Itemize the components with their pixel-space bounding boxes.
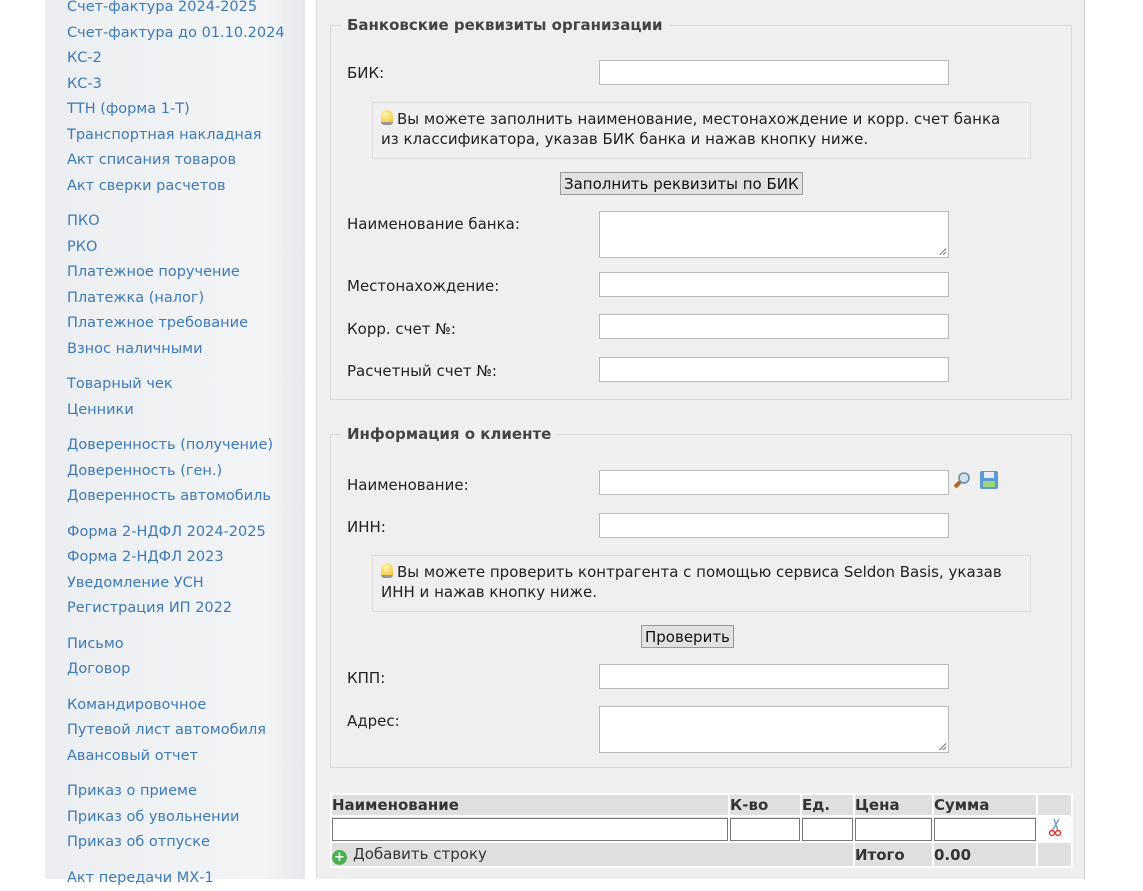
- item-name-input[interactable]: [332, 818, 728, 841]
- save-icon[interactable]: [979, 470, 999, 490]
- plus-circle-icon: +: [332, 850, 347, 865]
- address-label: Адрес:: [347, 712, 400, 730]
- col-price: Цена: [855, 795, 932, 815]
- bik-hint: Вы можете заполнить наименование, местон…: [372, 102, 1031, 159]
- table-footer: + Добавить строку Итого 0.00: [332, 843, 1071, 866]
- sidebar-link[interactable]: Письмо: [67, 632, 285, 658]
- sidebar-link[interactable]: Платежное требование: [67, 311, 285, 337]
- sidebar-link[interactable]: РКО: [67, 235, 285, 261]
- client-legend: Информация о клиенте: [341, 425, 557, 443]
- sidebar-link[interactable]: Приказ об отпуске: [67, 830, 285, 856]
- bank-name-label: Наименование банка:: [347, 215, 520, 233]
- main-content: Банковские реквизиты организации БИК: Вы…: [316, 0, 1085, 879]
- sidebar-link[interactable]: Доверенность (ген.): [67, 459, 285, 485]
- sidebar-link[interactable]: Товарный чек: [67, 372, 285, 398]
- sidebar-link[interactable]: Командировочное: [67, 693, 285, 719]
- table-header: Наименование К-во Ед. Цена Сумма: [332, 795, 1071, 815]
- col-sum: Сумма: [934, 795, 1036, 815]
- table-row: [332, 817, 1071, 841]
- lightbulb-icon: [381, 110, 393, 125]
- sidebar-link[interactable]: Авансовый отчет: [67, 744, 285, 770]
- add-row-button[interactable]: + Добавить строку: [332, 843, 853, 866]
- search-icon[interactable]: [953, 471, 971, 489]
- sidebar-link[interactable]: Форма 2-НДФЛ 2023: [67, 545, 285, 571]
- sidebar-link[interactable]: Договор: [67, 657, 285, 683]
- sidebar-link[interactable]: ПКО: [67, 209, 285, 235]
- col-name: Наименование: [332, 795, 728, 815]
- sidebar-link[interactable]: Акт сверки расчетов: [67, 174, 285, 200]
- address-textarea[interactable]: [599, 706, 949, 753]
- sidebar-link[interactable]: Транспортная накладная: [67, 123, 285, 149]
- sidebar-link[interactable]: Регистрация ИП 2022: [67, 596, 285, 622]
- delete-row-scissors-icon[interactable]: [1038, 817, 1071, 841]
- account-label: Расчетный счет №:: [347, 362, 497, 380]
- inn-label: ИНН:: [347, 518, 386, 536]
- item-sum-input[interactable]: [934, 818, 1036, 841]
- inn-hint: Вы можете проверить контрагента с помощь…: [372, 555, 1031, 612]
- sidebar-nav: Счет-фактура 2024-2025Счет-фактура до 01…: [45, 0, 305, 879]
- sidebar-link[interactable]: Путевой лист автомобиля: [67, 718, 285, 744]
- bank-details-fieldset: Банковские реквизиты организации БИК: Вы…: [330, 25, 1072, 400]
- item-unit-input[interactable]: [802, 818, 853, 841]
- corr-account-label: Корр. счет №:: [347, 320, 456, 338]
- location-label: Местонахождение:: [347, 277, 499, 295]
- lightbulb-icon: [381, 563, 393, 578]
- inn-input[interactable]: [599, 513, 949, 538]
- client-name-input[interactable]: [599, 470, 949, 495]
- total-label: Итого: [855, 843, 932, 866]
- kpp-input[interactable]: [599, 664, 949, 689]
- sidebar-link[interactable]: Платежное поручение: [67, 260, 285, 286]
- sidebar-link[interactable]: Счет-фактура 2024-2025: [67, 0, 285, 21]
- item-qty-input[interactable]: [730, 818, 800, 841]
- bank-legend: Банковские реквизиты организации: [341, 16, 669, 34]
- sidebar-link[interactable]: Ценники: [67, 398, 285, 424]
- items-table: Наименование К-во Ед. Цена Сумма + Добави…: [330, 793, 1073, 868]
- sidebar-link[interactable]: Доверенность автомобиль: [67, 484, 285, 510]
- bik-hint-text: Вы можете заполнить наименование, местон…: [381, 110, 1000, 148]
- location-input[interactable]: [599, 272, 949, 297]
- item-price-input[interactable]: [855, 818, 932, 841]
- account-input[interactable]: [599, 357, 949, 382]
- add-row-label: Добавить строку: [353, 845, 487, 863]
- sidebar-link[interactable]: Приказ об увольнении: [67, 805, 285, 831]
- total-value: 0.00: [934, 843, 1036, 866]
- col-qty: К-во: [730, 795, 800, 815]
- sidebar-link[interactable]: Взнос наличными: [67, 337, 285, 363]
- corr-account-input[interactable]: [599, 314, 949, 339]
- client-fieldset: Информация о клиенте Наименование: ИНН: …: [330, 434, 1072, 768]
- sidebar-link[interactable]: Доверенность (получение): [67, 433, 285, 459]
- bik-label: БИК:: [347, 64, 384, 82]
- inn-hint-text: Вы можете проверить контрагента с помощь…: [381, 563, 1002, 601]
- sidebar-link[interactable]: КС-3: [67, 72, 285, 98]
- sidebar-link[interactable]: Счет-фактура до 01.10.2024: [67, 21, 285, 47]
- sidebar-link[interactable]: Акт списания товаров: [67, 148, 285, 174]
- sidebar-link[interactable]: Приказ о приеме: [67, 779, 285, 805]
- sidebar-link[interactable]: Форма 2-НДФЛ 2024-2025: [67, 520, 285, 546]
- kpp-label: КПП:: [347, 669, 385, 687]
- sidebar-link[interactable]: ТТН (форма 1-Т): [67, 97, 285, 123]
- nav-list: Счет-фактура 2024-2025Счет-фактура до 01…: [67, 0, 285, 891]
- check-button[interactable]: Проверить: [641, 625, 734, 648]
- bank-name-textarea[interactable]: [599, 211, 949, 258]
- sidebar-link[interactable]: Платежка (налог): [67, 286, 285, 312]
- sidebar-link[interactable]: Уведомление УСН: [67, 571, 285, 597]
- client-name-label: Наименование:: [347, 476, 469, 494]
- bik-input[interactable]: [599, 60, 949, 85]
- col-unit: Ед.: [802, 795, 853, 815]
- sidebar-link[interactable]: Акт передачи МХ-1: [67, 866, 285, 891]
- fill-by-bik-button[interactable]: Заполнить реквизиты по БИК: [560, 172, 803, 195]
- sidebar-link[interactable]: КС-2: [67, 46, 285, 72]
